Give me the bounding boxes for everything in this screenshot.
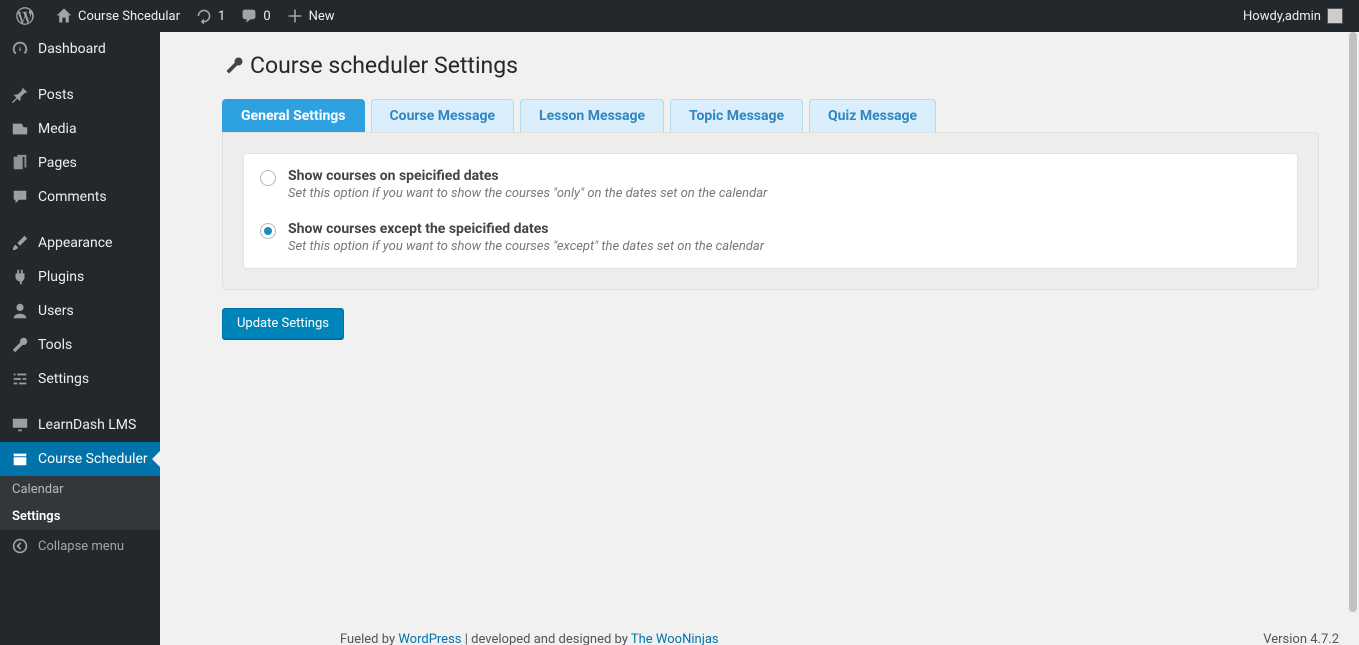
site-title: Course Shcedular xyxy=(78,9,180,24)
sidebar-item-pages[interactable]: Pages xyxy=(0,146,160,180)
howdy-user: admin xyxy=(1285,9,1321,24)
plug-icon xyxy=(10,268,30,286)
sidebar-item-label: Settings xyxy=(38,371,89,387)
comment-icon xyxy=(241,8,257,24)
scrollbar-thumb[interactable] xyxy=(1349,32,1357,612)
sidebar-item-plugins[interactable]: Plugins xyxy=(0,260,160,294)
sidebar-item-label: Posts xyxy=(38,87,74,103)
sliders-icon xyxy=(10,370,30,388)
new-link[interactable]: New xyxy=(279,0,343,32)
tab-quiz-message[interactable]: Quiz Message xyxy=(809,99,936,132)
page-title: Course scheduler Settings xyxy=(222,52,1339,79)
monitor-icon xyxy=(10,416,30,434)
collapse-label: Collapse menu xyxy=(38,539,124,554)
wp-logo[interactable] xyxy=(8,0,48,32)
wrench-icon xyxy=(219,56,246,76)
settings-tabs: General Settings Course Message Lesson M… xyxy=(222,99,1339,132)
sidebar-item-label: Tools xyxy=(38,337,72,353)
sidebar-item-label: Users xyxy=(38,303,74,319)
footer-version: Version 4.7.2 xyxy=(1263,632,1339,645)
sidebar-item-label: Course Scheduler xyxy=(38,451,148,467)
option-desc: Set this option if you want to show the … xyxy=(288,239,764,254)
sidebar-item-label: LearnDash LMS xyxy=(38,417,136,433)
option-desc: Set this option if you want to show the … xyxy=(288,186,767,201)
sidebar-item-tools[interactable]: Tools xyxy=(0,328,160,362)
wordpress-icon xyxy=(16,7,34,25)
footer-text: Fueled by xyxy=(340,632,398,645)
footer-wooninjas-link[interactable]: The WooNinjas xyxy=(631,632,719,645)
pages-icon xyxy=(10,154,30,172)
option-label: Show courses on speicified dates xyxy=(288,168,767,184)
media-icon xyxy=(10,120,30,138)
pin-icon xyxy=(10,86,30,104)
plus-icon xyxy=(287,8,303,24)
sidebar-item-appearance[interactable]: Appearance xyxy=(0,226,160,260)
sidebar-item-course-scheduler[interactable]: Course Scheduler xyxy=(0,442,160,476)
settings-panel: Show courses on speicified dates Set thi… xyxy=(222,132,1319,290)
sidebar-item-label: Plugins xyxy=(38,269,84,285)
footer: Fueled by WordPress | developed and desi… xyxy=(340,632,1339,645)
updates-link[interactable]: 1 xyxy=(188,0,233,32)
collapse-menu[interactable]: Collapse menu xyxy=(0,530,160,562)
sidebar-item-label: Media xyxy=(38,121,77,137)
user-icon xyxy=(10,302,30,320)
radio-button[interactable] xyxy=(260,223,276,239)
radio-button[interactable] xyxy=(260,170,276,186)
comment-icon xyxy=(10,188,30,206)
submenu-item-calendar[interactable]: Calendar xyxy=(0,476,160,503)
scrollbar[interactable] xyxy=(1347,32,1359,645)
tab-course-message[interactable]: Course Message xyxy=(371,99,515,132)
submenu-label: Settings xyxy=(12,509,60,524)
comments-link[interactable]: 0 xyxy=(233,0,278,32)
new-label: New xyxy=(309,9,335,24)
sidebar-item-settings[interactable]: Settings xyxy=(0,362,160,396)
footer-text: | developed and designed by xyxy=(462,632,631,645)
tab-topic-message[interactable]: Topic Message xyxy=(670,99,803,132)
option-show-except-specified[interactable]: Show courses except the speicified dates… xyxy=(244,211,1297,264)
sidebar-item-posts[interactable]: Posts xyxy=(0,78,160,112)
footer-wordpress-link[interactable]: WordPress xyxy=(398,632,461,645)
updates-count: 1 xyxy=(218,9,225,24)
option-label: Show courses except the speicified dates xyxy=(288,221,764,237)
submenu-item-settings[interactable]: Settings xyxy=(0,503,160,530)
sidebar-item-users[interactable]: Users xyxy=(0,294,160,328)
sidebar-item-comments[interactable]: Comments xyxy=(0,180,160,214)
options-box: Show courses on speicified dates Set thi… xyxy=(243,153,1298,269)
sidebar-submenu: Calendar Settings xyxy=(0,476,160,530)
sidebar-item-learndash[interactable]: LearnDash LMS xyxy=(0,408,160,442)
sidebar-item-media[interactable]: Media xyxy=(0,112,160,146)
submenu-label: Calendar xyxy=(12,482,64,497)
update-settings-button[interactable]: Update Settings xyxy=(222,308,344,339)
wrench-icon xyxy=(10,336,30,354)
my-account-link[interactable]: Howdy, admin xyxy=(1235,0,1351,32)
sidebar-item-label: Dashboard xyxy=(38,41,106,57)
site-name-link[interactable]: Course Shcedular xyxy=(48,0,188,32)
tab-lesson-message[interactable]: Lesson Message xyxy=(520,99,664,132)
collapse-icon xyxy=(10,538,30,554)
sidebar-item-label: Appearance xyxy=(38,235,112,251)
avatar xyxy=(1327,8,1343,24)
updates-icon xyxy=(196,8,212,24)
tab-general-settings[interactable]: General Settings xyxy=(222,99,365,132)
sidebar-item-dashboard[interactable]: Dashboard xyxy=(0,32,160,66)
sidebar-item-label: Pages xyxy=(38,155,77,171)
option-show-on-specified[interactable]: Show courses on speicified dates Set thi… xyxy=(244,158,1297,211)
brush-icon xyxy=(10,234,30,252)
howdy-prefix: Howdy, xyxy=(1243,9,1285,24)
comments-count: 0 xyxy=(263,9,270,24)
dashboard-icon xyxy=(10,40,30,58)
calendar-icon xyxy=(10,450,30,468)
page-title-text: Course scheduler Settings xyxy=(250,52,518,79)
sidebar-item-label: Comments xyxy=(38,189,107,205)
home-icon xyxy=(56,8,72,24)
